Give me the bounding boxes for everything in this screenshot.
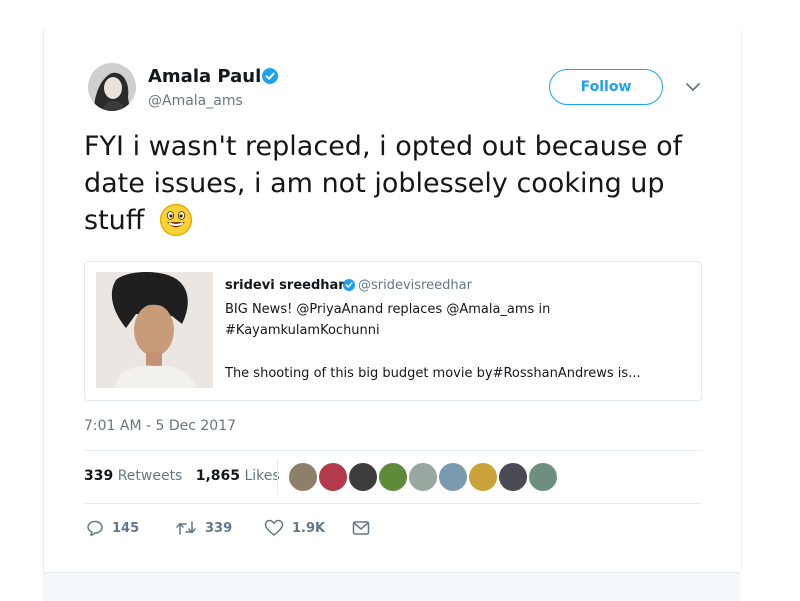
direct-message-button[interactable] [352,517,378,539]
quoted-author-handle[interactable]: @sridevisreedhar [358,278,472,293]
avatar[interactable] [528,462,558,492]
tweet-text: FYI i wasn't replaced, i opted out becau… [84,128,704,239]
retweet-count: 339 [205,520,233,536]
avatar[interactable] [318,462,348,492]
quoted-tweet-image[interactable] [96,272,213,388]
chevron-down-icon[interactable] [684,80,702,94]
quoted-verified-badge-icon [343,279,355,291]
reply-count: 145 [112,520,140,536]
avatar[interactable] [378,462,408,492]
quoted-text-line-3: The shooting of this big budget movie by… [225,366,641,381]
quoted-text-line-2: #KayamkulamKochunni [225,323,380,338]
follow-button[interactable]: Follow [549,69,663,105]
retweets-count[interactable]: 339 [84,468,113,484]
avatar[interactable] [288,462,318,492]
author-handle[interactable]: @Amala_ams [148,93,243,109]
like-count: 1.9K [292,520,326,536]
avatar[interactable] [498,462,528,492]
avatar[interactable] [348,462,378,492]
retweet-button[interactable]: 339 [175,517,232,539]
heart-icon [264,519,284,536]
like-button[interactable]: 1.9K [264,517,325,539]
engagement-stats: 339 Retweets 1,865 Likes [84,468,280,484]
divider [84,450,702,451]
tweet-timestamp[interactable]: 7:01 AM - 5 Dec 2017 [84,418,236,434]
author-avatar[interactable] [88,63,136,111]
avatar[interactable] [468,462,498,492]
avatar[interactable] [408,462,438,492]
verified-badge-icon [262,68,278,84]
retweets-label[interactable]: Retweets [118,468,183,484]
quoted-text-line-1: BIG News! @PriyaAnand replaces @Amala_am… [225,302,551,317]
reply-area-strip [43,572,740,601]
likes-label[interactable]: Likes [244,468,279,484]
author-name[interactable]: Amala Paul [148,66,261,87]
reply-button[interactable]: 145 [86,517,139,539]
stats-separator [277,459,278,495]
grinning-winking-face-icon [159,203,193,237]
avatar[interactable] [438,462,468,492]
quoted-author-name[interactable]: sridevi sreedhar [225,278,345,293]
envelope-icon [352,521,370,535]
reply-icon [87,520,103,537]
likes-count[interactable]: 1,865 [196,468,240,484]
retweet-icon [176,521,196,535]
divider [84,503,702,504]
